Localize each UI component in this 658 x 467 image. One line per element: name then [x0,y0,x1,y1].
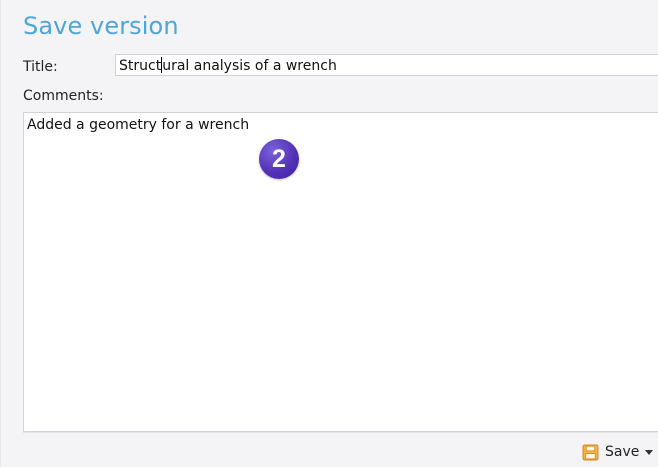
dialog-heading: Save version [23,12,179,40]
save-version-dialog: Save version Title: Structural analysis … [0,0,658,467]
footer-divider [23,432,658,433]
save-button-label: Save [605,444,640,460]
floppy-disk-icon [582,444,599,460]
comments-text: Added a geometry for a wrench [27,117,250,133]
save-button[interactable]: Save [582,441,654,463]
comments-field[interactable]: Added a geometry for a wrench [23,112,658,432]
title-text-before-caret: Struct [119,58,162,74]
title-field[interactable]: Structural analysis of a wrench [115,54,658,76]
chevron-down-icon[interactable] [645,449,654,455]
step-number-badge: 2 [259,139,299,179]
title-text-after-caret: ural analysis of a wrench [162,58,337,74]
comments-label: Comments: [23,88,104,104]
title-label: Title: [23,59,58,75]
